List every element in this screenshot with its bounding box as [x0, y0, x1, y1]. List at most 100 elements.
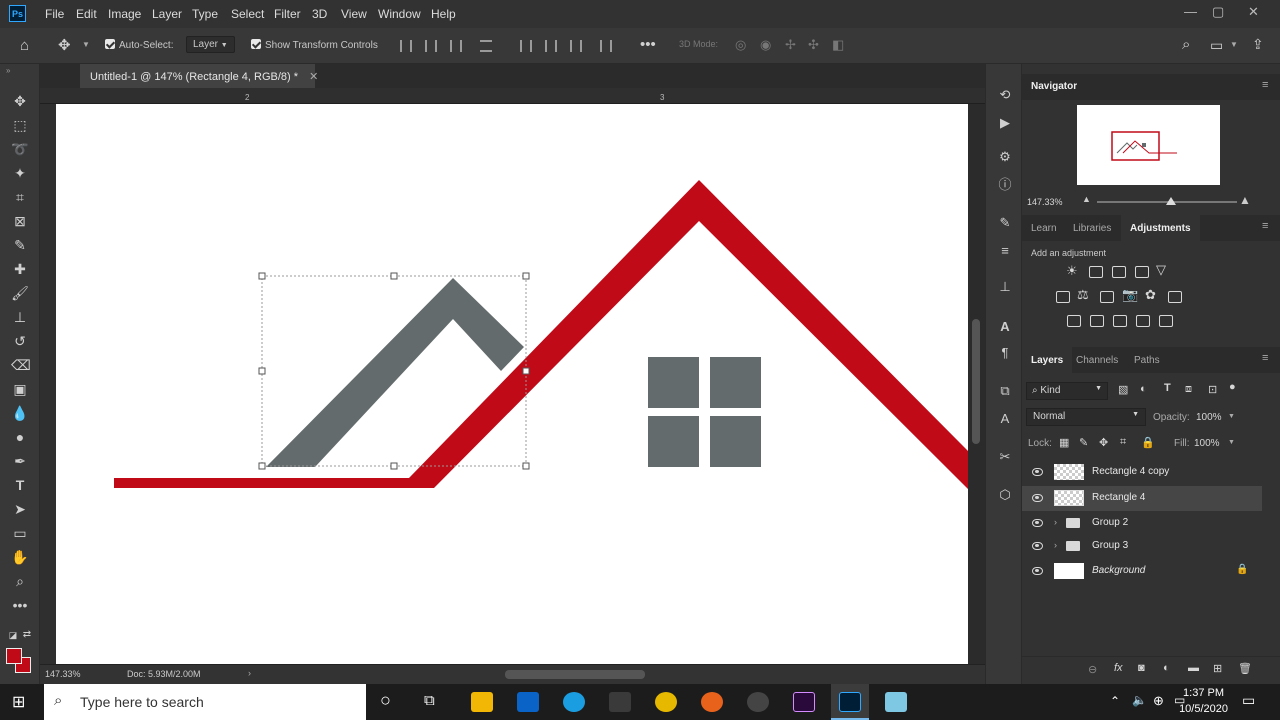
- tab-layers[interactable]: Layers: [1022, 347, 1073, 373]
- lock-transparency-icon[interactable]: ▦: [1059, 436, 1069, 449]
- layer-name[interactable]: Background: [1092, 565, 1145, 576]
- foreground-color-swatch[interactable]: [6, 648, 22, 664]
- show-transform-checkbox[interactable]: Show Transform Controls: [251, 39, 378, 51]
- tab-learn[interactable]: Learn: [1031, 223, 1057, 234]
- align-left-icon[interactable]: [400, 40, 412, 52]
- dodge-tool-icon[interactable]: ●: [11, 428, 29, 446]
- store-icon[interactable]: [609, 692, 631, 712]
- menu-image[interactable]: Image: [108, 7, 141, 21]
- tab-libraries[interactable]: Libraries: [1073, 223, 1111, 234]
- path-selection-tool-icon[interactable]: ➤: [11, 500, 29, 518]
- character-icon[interactable]: A: [996, 318, 1014, 336]
- zoom-slider-handle[interactable]: [1166, 197, 1176, 205]
- navigator-preview[interactable]: [1077, 105, 1220, 185]
- swap-colors-icon[interactable]: ⇄: [18, 626, 36, 644]
- align-center-icon[interactable]: [425, 40, 437, 52]
- distribute-icon[interactable]: [480, 40, 492, 52]
- new-adjustment-layer-icon[interactable]: ◐: [1163, 662, 1170, 674]
- zoom-in-icon[interactable]: ▲: [1239, 193, 1251, 207]
- character-styles-icon[interactable]: A: [996, 410, 1014, 428]
- search-icon[interactable]: ⌕: [1182, 36, 1190, 53]
- distribute-vertical-icon[interactable]: [600, 40, 612, 52]
- marquee-tool-icon[interactable]: ⬚: [11, 116, 29, 134]
- clone-source-icon[interactable]: ⊥: [996, 278, 1014, 296]
- scrollbar-thumb[interactable]: [972, 319, 980, 444]
- hand-tool-icon[interactable]: ✋: [11, 548, 29, 566]
- visibility-eye-icon[interactable]: [1032, 567, 1043, 575]
- auto-select-checkbox[interactable]: Auto-Select:: [105, 39, 173, 51]
- layer-row[interactable]: Rectangle 4 copy: [1022, 460, 1262, 485]
- layer-row-selected[interactable]: Rectangle 4: [1022, 486, 1262, 511]
- file-explorer-icon[interactable]: [471, 692, 493, 712]
- menu-type[interactable]: Type: [192, 7, 218, 21]
- move-tool-icon[interactable]: ✥: [58, 36, 71, 54]
- navigator-tab[interactable]: Navigator: [1031, 81, 1077, 92]
- lasso-tool-icon[interactable]: ➰: [11, 140, 29, 158]
- network-icon[interactable]: ⊕: [1153, 693, 1164, 709]
- visibility-eye-icon[interactable]: [1032, 542, 1043, 550]
- layer-name[interactable]: Rectangle 4 copy: [1092, 466, 1169, 477]
- layer-name[interactable]: Group 3: [1092, 540, 1128, 551]
- lock-all-icon[interactable]: 🔒: [1141, 436, 1155, 449]
- invert-adjust-icon[interactable]: [1067, 315, 1081, 327]
- chevron-up-icon[interactable]: ⌃: [1110, 694, 1120, 708]
- history-brush-tool-icon[interactable]: ↺: [11, 332, 29, 350]
- stamp-tool-icon[interactable]: ⊥: [11, 308, 29, 326]
- task-view-icon[interactable]: ⧉: [424, 692, 435, 709]
- chevron-down-icon[interactable]: ▼: [1230, 40, 1238, 49]
- align-top-icon[interactable]: [520, 40, 532, 52]
- menu-edit[interactable]: Edit: [76, 7, 97, 21]
- curves-adjust-icon[interactable]: [1112, 266, 1126, 278]
- menu-help[interactable]: Help: [431, 7, 456, 21]
- filter-toggle-icon[interactable]: ●: [1229, 381, 1236, 393]
- brush-settings-icon[interactable]: ✎: [996, 214, 1014, 232]
- brush-tool-icon[interactable]: 🖌: [11, 284, 29, 302]
- panel-menu-icon[interactable]: ≡: [1262, 79, 1268, 91]
- tab-channels[interactable]: Channels: [1076, 355, 1118, 366]
- visibility-eye-icon[interactable]: [1032, 494, 1043, 502]
- gradient-map-adjust-icon[interactable]: [1159, 315, 1173, 327]
- red-roof-shape[interactable]: [114, 180, 968, 489]
- chevron-down-icon[interactable]: ▼: [1228, 413, 1235, 420]
- type-tool-icon[interactable]: T: [11, 476, 29, 494]
- menu-view[interactable]: View: [341, 7, 367, 21]
- history-icon[interactable]: ⟲: [996, 86, 1014, 104]
- status-menu-icon[interactable]: ›: [248, 668, 251, 678]
- filter-smart-object-icon[interactable]: ⊡: [1208, 383, 1217, 396]
- layer-filter-dropdown[interactable]: ⌕ Kind ▼: [1026, 382, 1108, 400]
- gray-roof-shape[interactable]: [266, 278, 524, 467]
- filter-pixel-icon[interactable]: ▧: [1118, 383, 1128, 396]
- lock-position-icon[interactable]: ✥: [1099, 436, 1108, 449]
- zoom-level[interactable]: 147.33%: [45, 669, 81, 679]
- lock-pixels-icon[interactable]: ✎: [1079, 436, 1088, 449]
- filter-shape-icon[interactable]: ⧈: [1185, 383, 1192, 396]
- exposure-adjust-icon[interactable]: [1135, 266, 1149, 278]
- chevron-right-icon[interactable]: ›: [1054, 517, 1057, 527]
- visibility-eye-icon[interactable]: [1032, 468, 1043, 476]
- layer-row[interactable]: › Group 2: [1022, 511, 1262, 536]
- filter-type-icon[interactable]: T: [1164, 382, 1171, 394]
- collapse-icon[interactable]: »: [6, 66, 10, 75]
- 3d-pan-icon[interactable]: ✢: [785, 37, 796, 53]
- filter-adjustment-icon[interactable]: ◐: [1140, 383, 1147, 395]
- home-icon[interactable]: ⌂: [20, 37, 29, 54]
- eyedropper-tool-icon[interactable]: ✎: [11, 236, 29, 254]
- glyphs-icon[interactable]: ⧉: [996, 382, 1014, 400]
- crop-tool-icon[interactable]: ⌗: [11, 188, 29, 206]
- document-tab[interactable]: Untitled-1 @ 147% (Rectangle 4, RGB/8) *…: [80, 64, 318, 88]
- vibrance-adjust-icon[interactable]: ▽: [1156, 262, 1166, 278]
- edit-toolbar-icon[interactable]: •••: [11, 596, 29, 614]
- blend-mode-dropdown[interactable]: Normal ▼: [1026, 408, 1146, 426]
- auto-select-target-dropdown[interactable]: Layer ▼: [186, 36, 235, 53]
- magic-wand-tool-icon[interactable]: ✦: [11, 164, 29, 182]
- layer-name[interactable]: Rectangle 4: [1092, 492, 1145, 503]
- taskbar-date[interactable]: 10/5/2020: [1172, 703, 1228, 715]
- rectangle-tool-icon[interactable]: ▭: [11, 524, 29, 542]
- menu-window[interactable]: Window: [378, 7, 421, 21]
- chevron-right-icon[interactable]: ›: [1054, 540, 1057, 550]
- menu-select[interactable]: Select: [231, 7, 264, 21]
- eraser-tool-icon[interactable]: ⌫: [11, 356, 31, 374]
- link-layers-icon[interactable]: ⊖: [1088, 663, 1097, 676]
- tools-icon[interactable]: ✂: [996, 448, 1014, 466]
- chrome-icon[interactable]: [655, 692, 677, 712]
